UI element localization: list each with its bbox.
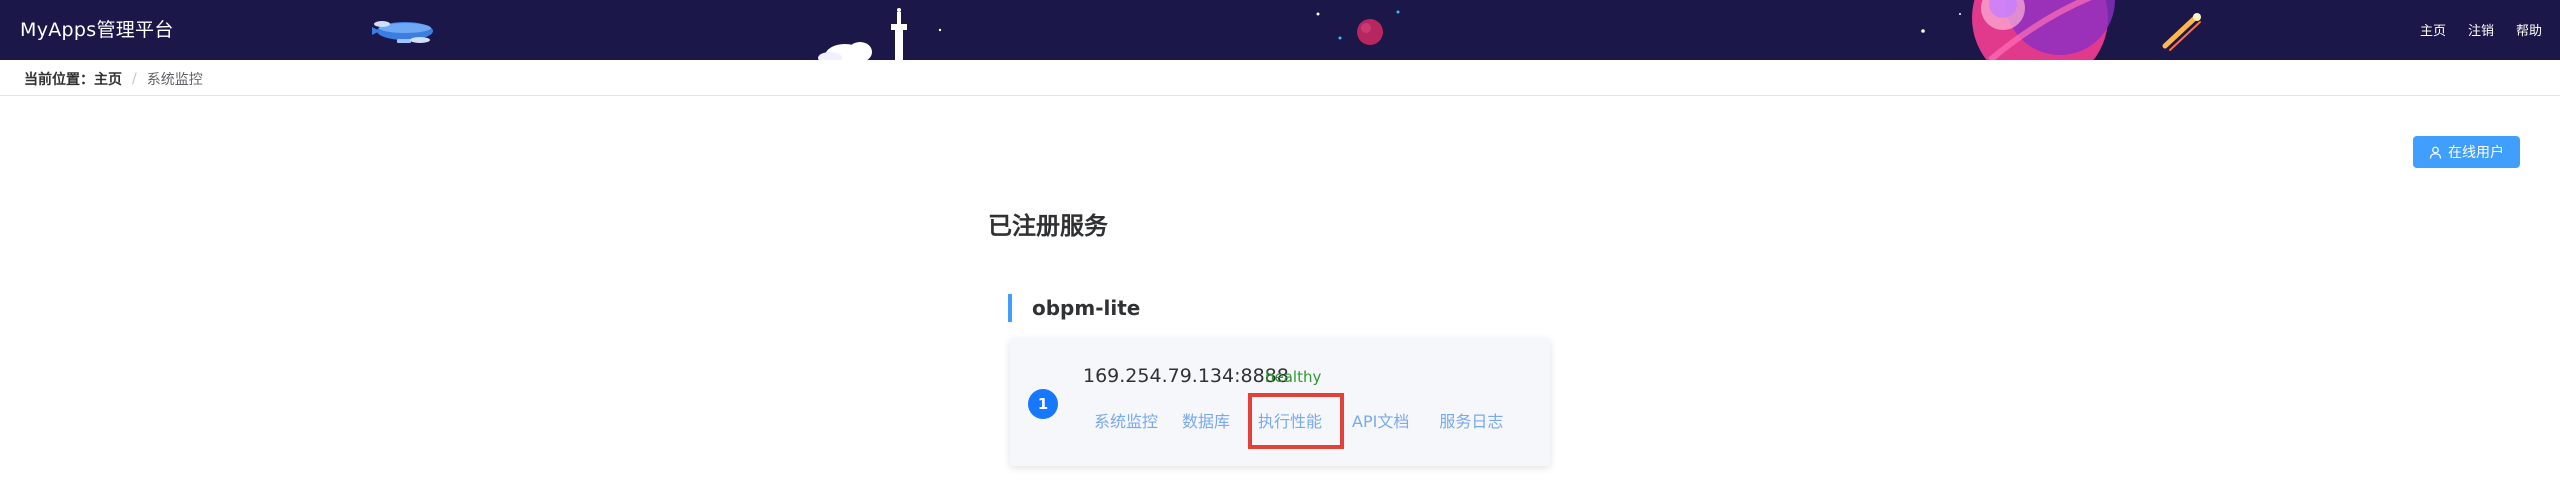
breadcrumb-bar: 当前位置： 主页 / 系统监控 [0, 60, 2560, 96]
service-instance-card: 1 169.254.79.134:8888 healthy 系统监控 数据库 执… [1010, 338, 1550, 466]
nav-home-link[interactable]: 主页 [2420, 20, 2446, 39]
page-title: 已注册服务 [988, 212, 1108, 240]
online-users-label: 在线用户 [2448, 145, 2504, 161]
user-icon [2429, 146, 2442, 159]
link-database[interactable]: 数据库 [1182, 408, 1230, 432]
blimp-illustration [372, 21, 433, 43]
instance-links: 系统监控 数据库 执行性能 API文档 服务日志 [1094, 408, 1503, 432]
instance-index-badge: 1 [1028, 389, 1058, 419]
link-system-monitor[interactable]: 系统监控 [1094, 408, 1158, 432]
link-execution-performance[interactable]: 执行性能 [1258, 408, 1322, 432]
breadcrumb-current: 系统监控 [146, 72, 203, 88]
header-nav: 主页 注销 帮助 [2420, 20, 2542, 39]
comet-illustration [2162, 13, 2201, 51]
breadcrumb-prefix: 当前位置： [24, 72, 94, 88]
tower-illustration [818, 8, 907, 60]
header-decoration [372, 0, 2201, 60]
top-header: MyApps管理平台 主页 注销 帮助 [0, 0, 2560, 60]
link-service-logs[interactable]: 服务日志 [1439, 408, 1503, 432]
instance-status: healthy [1265, 368, 1322, 386]
service-name-heading: obpm-lite [1008, 294, 1140, 322]
breadcrumb: 当前位置： 主页 / 系统监控 [24, 69, 203, 89]
online-users-button[interactable]: 在线用户 [2413, 136, 2520, 168]
nav-help-link[interactable]: 帮助 [2516, 20, 2542, 39]
nav-logout-link[interactable]: 注销 [2468, 20, 2494, 39]
breadcrumb-separator: / [132, 71, 137, 87]
brand-title[interactable]: MyApps管理平台 [20, 14, 174, 46]
large-planet [1972, 0, 2115, 60]
instance-address: 169.254.79.134:8888 [1083, 365, 1289, 387]
breadcrumb-home-link[interactable]: 主页 [94, 69, 122, 89]
small-planet [1357, 19, 1383, 45]
link-api-docs[interactable]: API文档 [1352, 408, 1409, 432]
